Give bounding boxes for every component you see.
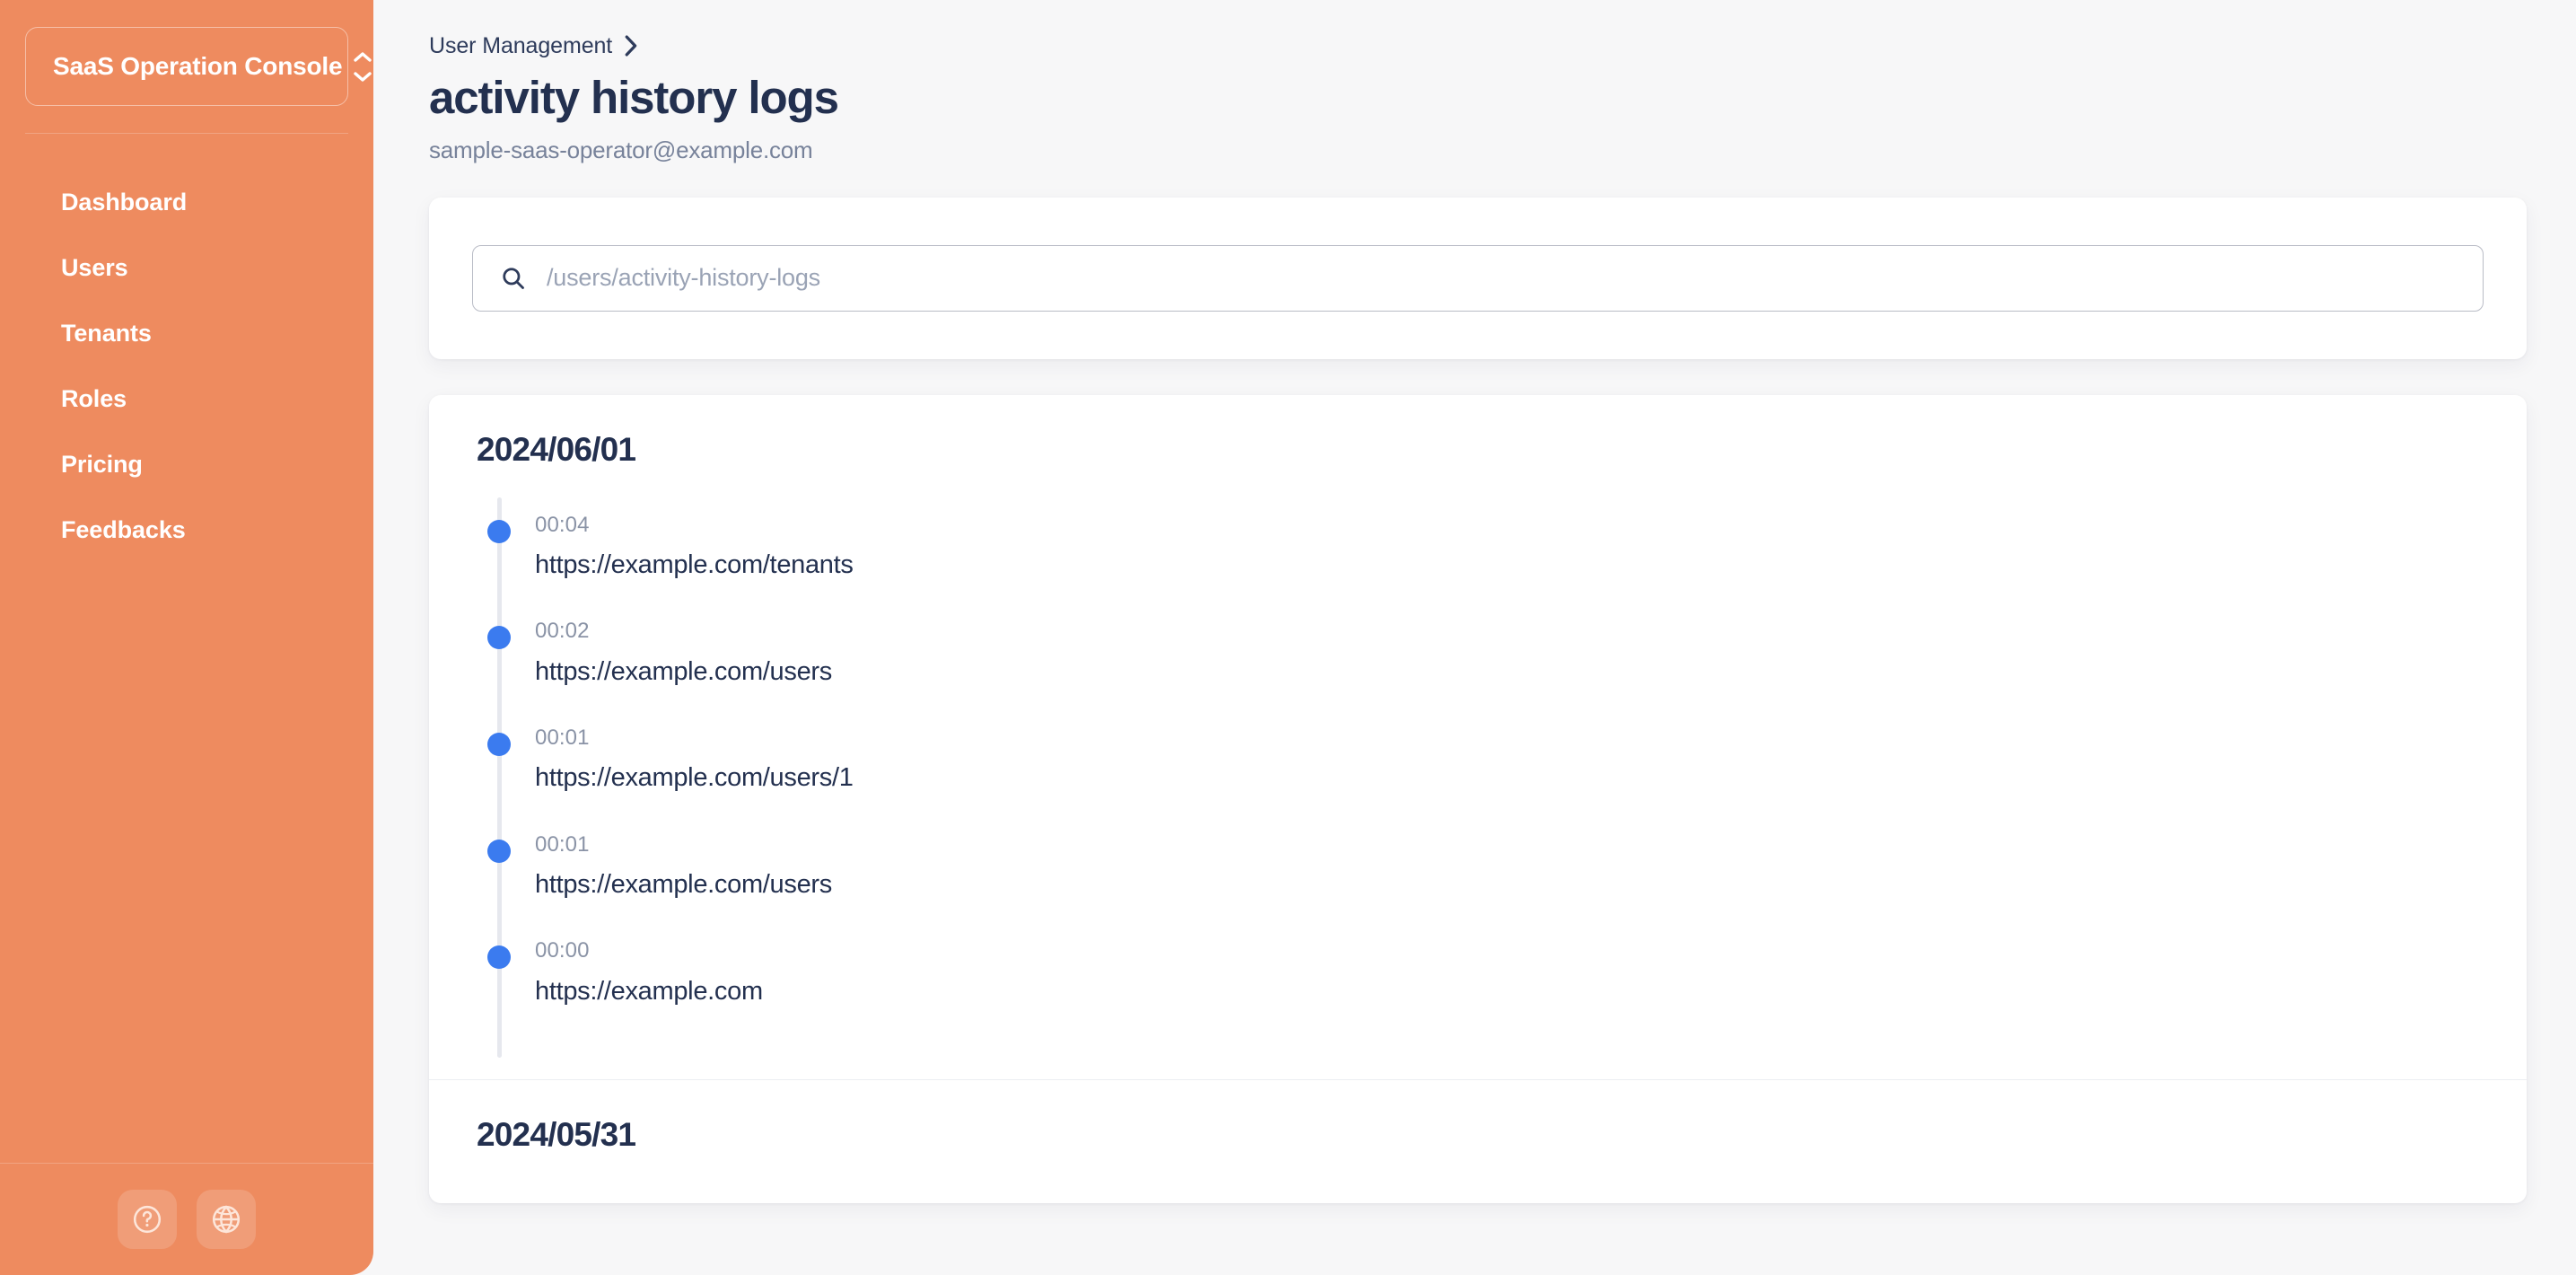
timeline-entry[interactable]: 00:00 https://example.com [477,923,2479,1030]
entry-time: 00:00 [535,938,590,963]
help-button[interactable] [118,1190,177,1249]
sidebar-item-tenants[interactable]: Tenants [0,301,373,366]
entry-time: 00:02 [535,619,590,644]
timeline-dot-icon [487,626,511,650]
chevron-up-down-icon[interactable] [351,47,373,86]
timeline-entry[interactable]: 00:01 https://example.com/users [477,817,2479,924]
timeline-dot-icon [487,519,511,543]
sidebar: SaaS Operation Console Dashboard Users T… [0,0,373,1275]
timeline-entry[interactable]: 00:02 https://example.com/users [477,603,2479,710]
brand-name: SaaS Operation Console [53,52,343,80]
sidebar-item-feedbacks[interactable]: Feedbacks [0,497,373,563]
day-group: 2024/05/31 [429,1079,2527,1154]
language-button[interactable] [197,1190,256,1249]
brand-section: SaaS Operation Console [0,0,373,134]
breadcrumb: User Management [429,31,2527,61]
sidebar-footer [0,1163,373,1275]
day-heading: 2024/05/31 [477,1116,636,1154]
timeline-dot-icon [487,839,511,863]
entry-url[interactable]: https://example.com [535,977,2479,1007]
search-box[interactable] [472,244,2484,312]
entry-time: 00:04 [535,512,590,537]
entry-time: 00:01 [535,725,590,751]
page-subtitle: sample-saas-operator@example.com [429,136,813,163]
sidebar-item-pricing[interactable]: Pricing [0,432,373,497]
day-group: 2024/06/01 00:04 https://example.com/ten… [429,395,2527,1080]
sidebar-nav: Dashboard Users Tenants Roles Pricing Fe… [0,134,373,1163]
globe-icon [210,1203,242,1235]
timeline-entry[interactable]: 00:01 https://example.com/users/1 [477,710,2479,817]
entry-url[interactable]: https://example.com/users/1 [535,763,2479,793]
search-card [429,197,2527,359]
search-input[interactable] [547,245,2461,311]
breadcrumb-parent-link[interactable]: User Management [429,33,612,59]
question-circle-icon [131,1203,163,1235]
timeline-entry[interactable]: 00:04 https://example.com/tenants [477,497,2479,604]
page-header: User Management activity history logs sa… [429,0,2527,164]
entry-url[interactable]: https://example.com/tenants [535,550,2479,580]
entry-time: 00:01 [535,831,590,857]
timeline-list: 00:04 https://example.com/tenants 00:02 … [477,497,2479,1080]
workspace-switcher[interactable]: SaaS Operation Console [25,27,372,106]
entry-url[interactable]: https://example.com/users [535,870,2479,900]
day-heading: 2024/06/01 [477,430,636,468]
sidebar-item-users[interactable]: Users [0,235,373,301]
app-root: SaaS Operation Console Dashboard Users T… [0,0,2576,1275]
main-content: User Management activity history logs sa… [373,0,2576,1275]
search-icon [500,265,527,292]
activity-timeline-card: 2024/06/01 00:04 https://example.com/ten… [429,394,2527,1203]
sidebar-item-roles[interactable]: Roles [0,366,373,432]
sidebar-item-dashboard[interactable]: Dashboard [0,170,373,235]
page-title: activity history logs [429,72,839,123]
entry-url[interactable]: https://example.com/users [535,657,2479,687]
timeline-dot-icon [487,945,511,970]
chevron-right-icon [623,34,638,57]
timeline-dot-icon [487,733,511,757]
